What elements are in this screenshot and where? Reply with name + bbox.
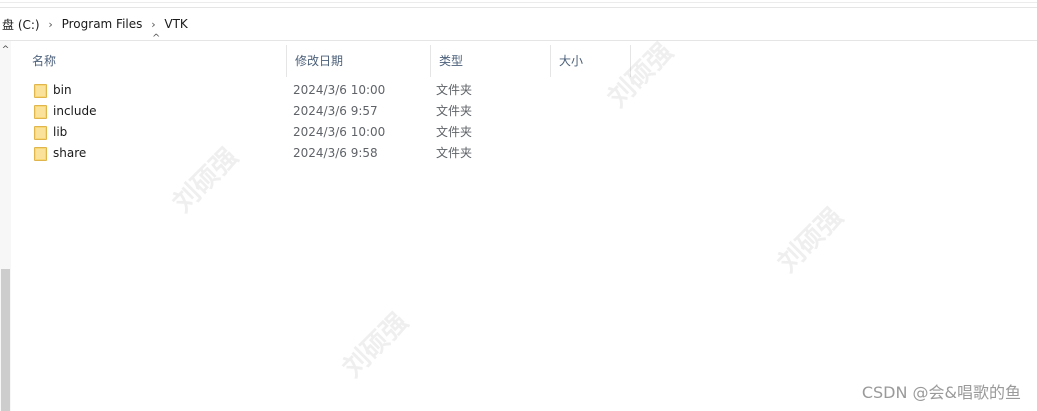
- file-date: 2024/3/6 10:00: [293, 83, 386, 97]
- folder-icon: [34, 83, 47, 98]
- scroll-thumb[interactable]: [1, 269, 10, 411]
- column-header-size[interactable]: 大小: [551, 45, 631, 77]
- list-item-lib[interactable]: lib 2024/3/6 10:00 文件夹: [24, 122, 1024, 143]
- folder-icon: [34, 125, 47, 140]
- list-item-bin[interactable]: bin 2024/3/6 10:00 文件夹: [24, 80, 1024, 101]
- column-header-size-label: 大小: [559, 54, 584, 68]
- file-explorer-window: 盘 (C:) › Program Files › VTK ^ ^ 名称 修改日期…: [0, 0, 1037, 411]
- file-date: 2024/3/6 10:00: [293, 125, 386, 139]
- file-list: bin 2024/3/6 10:00 文件夹 include 2024/3/6 …: [24, 80, 1024, 164]
- column-header-row: ^ 名称 修改日期 类型 大小: [24, 33, 1024, 77]
- chevron-right-icon[interactable]: ›: [42, 18, 60, 31]
- column-header-date-label: 修改日期: [295, 54, 344, 68]
- breadcrumb-item-drive[interactable]: 盘 (C:): [0, 16, 42, 33]
- file-name: bin: [53, 83, 72, 97]
- folder-icon: [34, 146, 47, 161]
- caret-up-icon: ^: [152, 33, 161, 44]
- file-date: 2024/3/6 9:58: [293, 146, 378, 160]
- watermark: 刘硕强: [337, 307, 414, 384]
- file-type: 文件夹: [436, 83, 473, 97]
- list-item-share[interactable]: share 2024/3/6 9:58 文件夹: [24, 143, 1024, 164]
- csdn-credit-watermark: CSDN @会&唱歌的鱼: [861, 383, 1021, 402]
- breadcrumb-item-vtk[interactable]: VTK: [162, 17, 189, 31]
- navigation-pane-scrollbar[interactable]: ^: [0, 41, 11, 411]
- column-header-name-label: 名称: [32, 54, 57, 68]
- column-header-type-label: 类型: [439, 54, 464, 68]
- list-item-include[interactable]: include 2024/3/6 9:57 文件夹: [24, 101, 1024, 122]
- column-header-name[interactable]: 名称: [24, 45, 287, 77]
- breadcrumb-item-program-files[interactable]: Program Files: [60, 17, 145, 31]
- top-divider: [0, 2, 1037, 3]
- file-name: lib: [53, 125, 68, 139]
- file-type: 文件夹: [436, 146, 473, 160]
- file-type: 文件夹: [436, 125, 473, 139]
- folder-icon: [34, 104, 47, 119]
- file-type: 文件夹: [436, 104, 473, 118]
- file-date: 2024/3/6 9:57: [293, 104, 378, 118]
- chevron-right-icon[interactable]: ›: [144, 18, 162, 31]
- scroll-up-icon[interactable]: ^: [0, 43, 11, 57]
- column-header-date[interactable]: 修改日期: [287, 45, 431, 77]
- watermark: 刘硕强: [772, 202, 849, 279]
- file-name: include: [53, 104, 97, 118]
- file-name: share: [53, 146, 87, 160]
- column-header-type[interactable]: 类型: [431, 45, 551, 77]
